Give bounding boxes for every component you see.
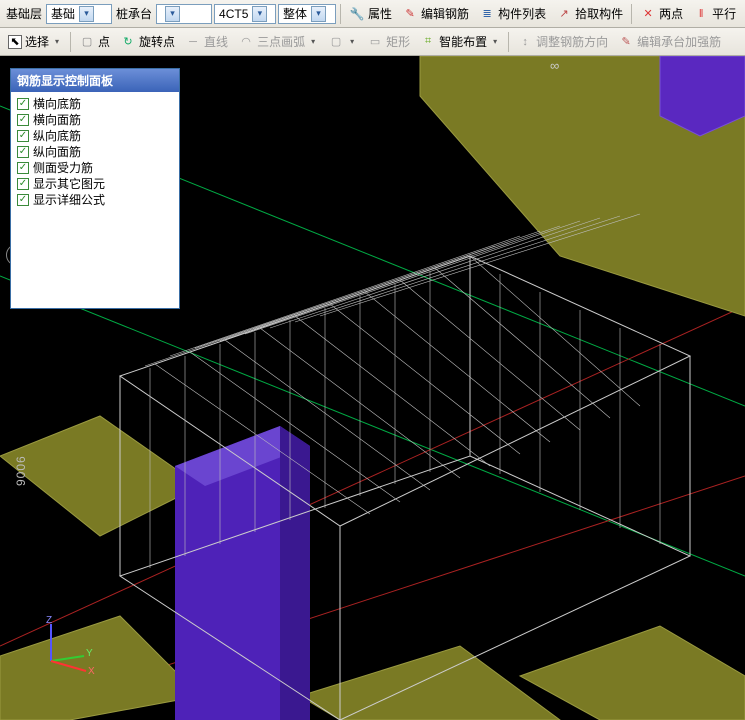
layer-dropdown[interactable]: 基础 ▾ bbox=[46, 4, 112, 24]
toolbar-row-2: 选择 点 旋转点 直线 三点画弧 ▢ 矩形 智能布置 调整钢筋方向 编辑承台加强… bbox=[0, 28, 745, 56]
square-icon: ▢ bbox=[328, 34, 344, 50]
chevron-down-icon: ▾ bbox=[165, 6, 180, 22]
chevron-down-icon bbox=[308, 34, 318, 50]
pick-component-button[interactable]: 拾取构件 bbox=[552, 3, 627, 25]
checkbox-row[interactable]: 显示详细公式 bbox=[17, 192, 173, 208]
panel-body: 横向底筋 横向面筋 纵向底筋 纵向面筋 侧面受力筋 显示其它图元 显示详细公式 bbox=[11, 92, 179, 308]
parallel-button[interactable]: 平行 bbox=[689, 3, 740, 25]
adjust-rebar-direction-button[interactable]: 调整钢筋方向 bbox=[513, 31, 612, 53]
checkbox-row[interactable]: 显示其它图元 bbox=[17, 176, 173, 192]
select-button[interactable]: 选择 bbox=[4, 31, 66, 53]
checkbox-row[interactable]: 横向底筋 bbox=[17, 96, 173, 112]
checkbox-icon[interactable] bbox=[17, 146, 29, 158]
pencil-icon bbox=[402, 6, 418, 22]
properties-button[interactable]: 属性 bbox=[345, 3, 396, 25]
checkbox-row[interactable]: 横向面筋 bbox=[17, 112, 173, 128]
panel-title: 钢筋显示控制面板 bbox=[11, 69, 179, 92]
separator bbox=[508, 32, 509, 52]
point-button[interactable]: 点 bbox=[75, 31, 114, 53]
checkbox-icon[interactable] bbox=[17, 114, 29, 126]
chevron-down-icon bbox=[347, 34, 357, 50]
edit-icon bbox=[618, 34, 634, 50]
two-points-button[interactable]: 两点 bbox=[636, 3, 687, 25]
dimension-label: 9006 bbox=[14, 455, 28, 486]
checkbox-icon[interactable] bbox=[17, 130, 29, 142]
chevron-down-icon bbox=[52, 34, 62, 50]
checkbox-icon[interactable] bbox=[17, 162, 29, 174]
line-icon bbox=[185, 34, 201, 50]
component-list-button[interactable]: 构件列表 bbox=[475, 3, 550, 25]
smart-icon bbox=[420, 34, 436, 50]
two-points-icon bbox=[640, 6, 656, 22]
chevron-down-icon: ▾ bbox=[252, 6, 267, 22]
chevron-down-icon: ▾ bbox=[79, 6, 94, 22]
separator bbox=[70, 32, 71, 52]
rotate-icon bbox=[120, 34, 136, 50]
checkbox-icon[interactable] bbox=[17, 98, 29, 110]
component-type-dropdown[interactable]: 桩承台 ▾ bbox=[156, 4, 212, 24]
separator bbox=[340, 4, 341, 24]
rect-icon bbox=[367, 34, 383, 50]
view-dropdown[interactable]: 整体 ▾ bbox=[278, 4, 336, 24]
toolbar-row-1: 基础层 基础 ▾ 桩承台 桩承台 ▾ 4CT5 ▾ 整体 ▾ 属性 编辑钢筋 构… bbox=[0, 0, 745, 28]
chevron-down-icon bbox=[490, 34, 500, 50]
chevron-down-icon: ▾ bbox=[311, 6, 326, 22]
checkbox-icon[interactable] bbox=[17, 194, 29, 206]
component-name-dropdown[interactable]: 4CT5 ▾ bbox=[214, 4, 276, 24]
line-button[interactable]: 直线 bbox=[181, 31, 232, 53]
checkbox-icon[interactable] bbox=[17, 178, 29, 190]
checkbox-row[interactable]: 纵向底筋 bbox=[17, 128, 173, 144]
arc-icon bbox=[238, 34, 254, 50]
layer-label: 基础层 bbox=[4, 5, 44, 22]
three-point-arc-button[interactable]: 三点画弧 bbox=[234, 31, 322, 53]
checkbox-row[interactable]: 侧面受力筋 bbox=[17, 160, 173, 176]
list-icon bbox=[479, 6, 495, 22]
pick-icon bbox=[556, 6, 572, 22]
rotate-point-button[interactable]: 旋转点 bbox=[116, 31, 179, 53]
cursor-icon bbox=[8, 35, 22, 49]
edit-cap-rebar-button[interactable]: 编辑承台加强筋 bbox=[614, 31, 725, 53]
edit-rebar-button[interactable]: 编辑钢筋 bbox=[398, 3, 473, 25]
wrench-icon bbox=[349, 6, 365, 22]
component-type-label: 桩承台 bbox=[114, 5, 154, 22]
adjust-icon bbox=[517, 34, 533, 50]
parallel-icon bbox=[693, 6, 709, 22]
separator bbox=[631, 4, 632, 24]
infinity-label: ∞ bbox=[550, 58, 559, 73]
unknown-button-1[interactable]: ▢ bbox=[324, 31, 361, 53]
point-icon bbox=[79, 34, 95, 50]
checkbox-row[interactable]: 纵向面筋 bbox=[17, 144, 173, 160]
smart-layout-button[interactable]: 智能布置 bbox=[416, 31, 504, 53]
rect-button[interactable]: 矩形 bbox=[363, 31, 414, 53]
rebar-display-panel[interactable]: 钢筋显示控制面板 横向底筋 横向面筋 纵向底筋 纵向面筋 侧面受力筋 显示其它图… bbox=[10, 68, 180, 309]
